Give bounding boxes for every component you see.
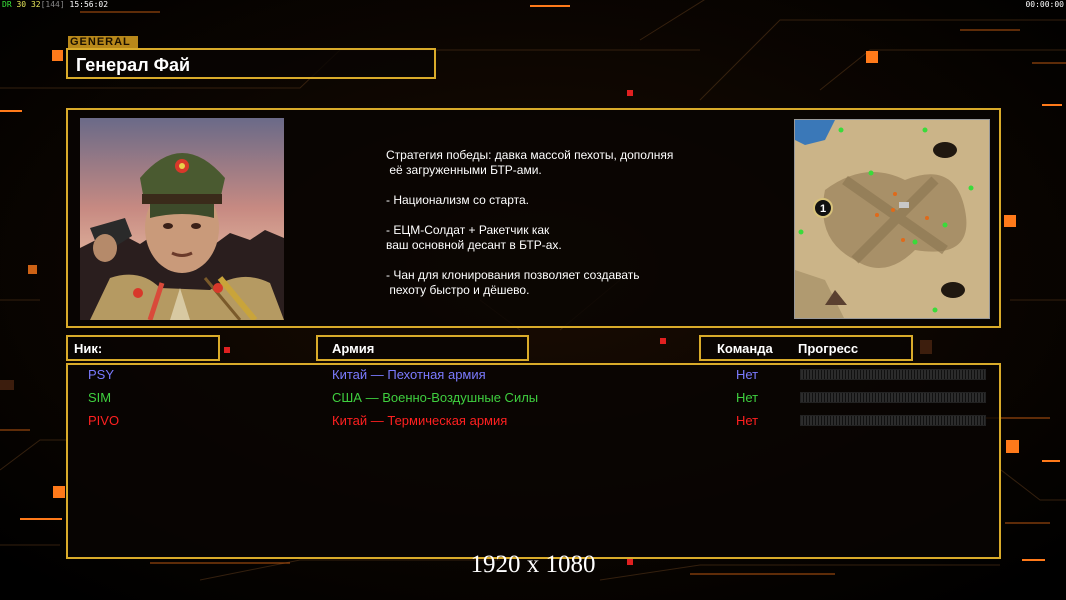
- general-name: Генерал Фай: [76, 55, 191, 75]
- column-header-army: Армия: [316, 335, 529, 361]
- column-header-nick: Ник:: [66, 335, 220, 361]
- player-row: PSY Китай — Пехотная армия Нет: [68, 366, 1003, 386]
- general-title-box: Генерал Фай: [66, 48, 436, 79]
- player-name: PSY: [88, 367, 115, 382]
- player-name: PIVO: [88, 413, 120, 428]
- player-row: PIVO Китай — Термическая армия Нет: [68, 412, 1003, 432]
- hud-timer: 00:00:00: [1025, 0, 1064, 9]
- player-army: Китай — Пехотная армия: [332, 367, 486, 382]
- hud-bracket: [144]: [40, 0, 65, 9]
- hud-stats: DR 30 32[144] 15:56:02: [2, 0, 108, 9]
- player-progress-bar: [800, 415, 986, 426]
- hud-prefix: DR: [2, 0, 12, 9]
- strategy-description: Стратегия победы: давка массой пехоты, д…: [386, 148, 674, 297]
- hud-fps: 30: [16, 0, 27, 9]
- general-portrait: [80, 118, 284, 320]
- player-team: Нет: [736, 367, 759, 382]
- player-list: PSY Китай — Пехотная армия Нет SIM США —…: [66, 363, 1001, 559]
- player-army: США — Военно-Воздушные Силы: [332, 390, 539, 405]
- column-header-nick-label: Ник:: [74, 341, 103, 356]
- column-header-progress-label: Прогресс: [798, 341, 859, 356]
- player-team: Нет: [736, 413, 759, 428]
- hud-clock: 15:56:02: [69, 0, 109, 9]
- player-progress-bar: [800, 369, 986, 380]
- player-army: Китай — Термическая армия: [332, 413, 508, 428]
- resolution-label: 1920 x 1080: [470, 551, 596, 578]
- player-row: SIM США — Военно-Воздушные Силы Нет: [68, 389, 1003, 409]
- column-header-army-label: Армия: [332, 341, 375, 356]
- column-header-team-label: Команда: [717, 341, 773, 356]
- column-header-team-progress: Команда Прогресс: [699, 335, 913, 361]
- minimap[interactable]: 1: [794, 119, 990, 319]
- player-start-marker: 1: [820, 203, 826, 215]
- general-tag: GENERAL: [68, 36, 138, 48]
- player-name: SIM: [88, 390, 112, 405]
- hud-fps2: 32: [30, 0, 41, 9]
- player-progress-bar: [800, 392, 986, 403]
- player-team: Нет: [736, 390, 759, 405]
